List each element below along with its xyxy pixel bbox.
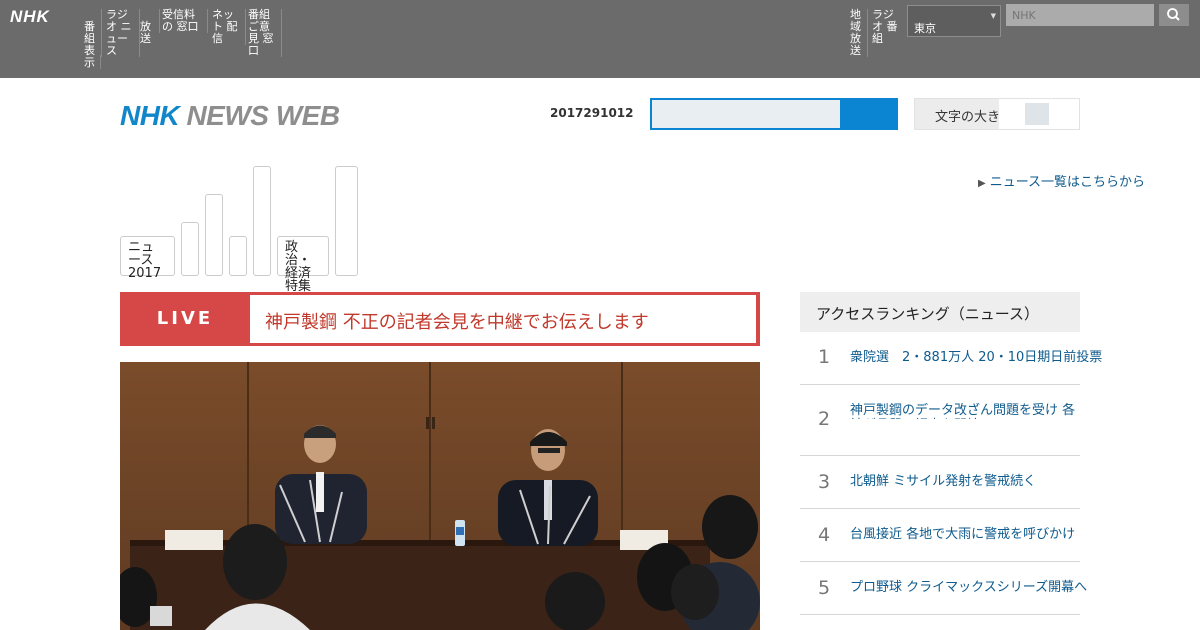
subnav-news-2017-label: ニュース 2017	[128, 240, 162, 281]
triangle-right-icon: ▶	[978, 178, 986, 189]
ranking-number: 3	[818, 471, 831, 493]
gnav-item-2-label: ラジオ ニュース	[106, 8, 132, 57]
site-search-input[interactable]	[652, 100, 840, 128]
press-conference-image	[120, 362, 760, 630]
ranking-headline[interactable]: 神戸製鋼のデータ改ざん問題を受け 各社が品質の調査を開始	[850, 403, 1080, 419]
subnav-news-2017[interactable]: ニュース 2017	[120, 236, 175, 280]
gnav-item-3-label: 放送	[140, 20, 151, 45]
ranking-item-2[interactable]: 2 神戸製鋼のデータ改ざん問題を受け 各社が品質の調査を開始	[800, 385, 1080, 456]
live-title-box: 神戸製鋼 不正の記者会見を中継でお伝えします	[250, 295, 756, 343]
gnav-item-6[interactable]: 番組 ご意見 窓口	[246, 9, 282, 57]
chevron-down-icon: ▼	[990, 12, 996, 20]
global-header: NHK 番組 表示 ラジオ ニュース 放送 受信料の 窓口 ネット 配信 番組 …	[0, 0, 1200, 78]
main-news-photo[interactable]	[120, 362, 760, 630]
nhk-search-button[interactable]	[1159, 4, 1189, 26]
gnav-item-5[interactable]: ネット 配信	[210, 9, 246, 45]
nhk-search-input[interactable]	[1006, 4, 1154, 26]
ranking-number: 5	[818, 577, 831, 599]
search-icon	[1167, 8, 1180, 21]
gnav-divider	[100, 55, 101, 69]
ranking-headline[interactable]: 北朝鮮 ミサイル発射を警戒続く	[850, 474, 1036, 489]
live-banner[interactable]: LIVE 神戸製鋼 不正の記者会見を中継でお伝えします	[120, 292, 760, 346]
news-web-logo[interactable]: NHK NEWS WEB	[120, 100, 340, 132]
region-select[interactable]: 東京 ▼	[907, 5, 1001, 37]
subnav-tab-4[interactable]	[229, 236, 247, 276]
ranking-item-4[interactable]: 4 台風接近 各地で大雨に警戒を呼びかけ	[800, 509, 1080, 562]
ranking-item-3[interactable]: 3 北朝鮮 ミサイル発射を警戒続く	[800, 456, 1080, 509]
region-select-value: 東京	[914, 22, 936, 35]
gnav-item-1[interactable]: 番組 表示	[82, 9, 102, 69]
font-size-toggle[interactable]	[999, 99, 1079, 129]
gnav-item-5-label: ネット 配信	[212, 8, 238, 45]
gnav-item-1-label: 番組 表示	[84, 20, 95, 69]
ranking-number: 2	[818, 408, 831, 430]
gnav-item-6-label: 番組 ご意見 窓口	[248, 8, 274, 57]
subnav-feature-label: 政治・経済 特集	[285, 240, 312, 294]
subnav-tab-3[interactable]	[205, 194, 223, 276]
ranking-headline[interactable]: 衆院選 2・881万人 20・10日期日前投票	[850, 350, 1102, 365]
font-size-control: 文字の大きさ	[914, 98, 1080, 130]
gnav-item-2[interactable]: ラジオ ニュース	[104, 9, 140, 57]
date-display: 2017291012	[550, 106, 634, 120]
subnav-tab-5[interactable]	[253, 166, 271, 276]
subnav-feature[interactable]: 政治・経済 特集	[277, 236, 329, 293]
news-list-link[interactable]: ▶ ニュース一覧はこちらから	[978, 171, 1145, 190]
nhk-logo[interactable]: NHK	[10, 7, 50, 27]
gnav-radio-program[interactable]: ラジオ 番組	[870, 9, 906, 45]
font-size-toggle-knob[interactable]	[1025, 103, 1049, 125]
ranking-number: 1	[818, 346, 831, 368]
gnav-local-label: 地域 放送	[850, 8, 861, 57]
ranking-header: アクセスランキング（ニュース）	[800, 292, 1080, 332]
subnav-tab-2[interactable]	[181, 222, 199, 276]
subnav-tab-7[interactable]	[335, 166, 358, 276]
live-badge: LIVE	[156, 308, 214, 329]
ranking-item-5[interactable]: 5 プロ野球 クライマックスシリーズ開幕へ	[800, 562, 1087, 615]
site-search-button[interactable]	[842, 98, 898, 130]
ranking-number: 4	[818, 524, 831, 546]
gnav-item-4[interactable]: 受信料の 窓口	[160, 9, 208, 33]
news-list-link-label: ニュース一覧はこちらから	[989, 175, 1146, 190]
ranking-item-1[interactable]: 1 衆院選 2・881万人 20・10日期日前投票	[800, 332, 1102, 385]
ranking-headline[interactable]: 台風接近 各地で大雨に警戒を呼びかけ	[850, 527, 1075, 542]
gnav-item-4-label: 受信料の 窓口	[162, 8, 199, 33]
news-web-logo-nhk: NHK	[120, 100, 180, 131]
gnav-radio-program-label: ラジオ 番組	[872, 8, 898, 45]
ranking-title: アクセスランキング（ニュース）	[816, 305, 1040, 323]
gnav-item-3[interactable]: 放送	[138, 9, 160, 45]
news-web-logo-text: NEWS WEB	[179, 100, 340, 131]
gnav-local[interactable]: 地域 放送	[848, 9, 868, 57]
ranking-headline[interactable]: プロ野球 クライマックスシリーズ開幕へ	[850, 580, 1087, 595]
site-search	[650, 98, 898, 130]
live-title: 神戸製鋼 不正の記者会見を中継でお伝えします	[265, 312, 649, 333]
